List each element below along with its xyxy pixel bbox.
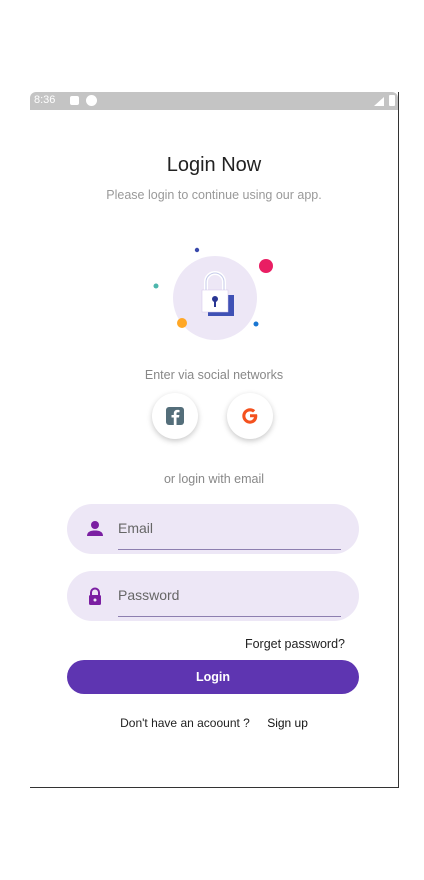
social-label: Enter via social networks	[144, 368, 284, 382]
signup-link[interactable]: Sign up	[267, 716, 308, 730]
phone-screen: 8:36 Login Now Please login to continue …	[30, 92, 399, 788]
email-field-container	[67, 504, 359, 554]
facebook-icon	[166, 407, 184, 425]
google-login-button[interactable]	[227, 393, 273, 439]
email-underline	[118, 549, 341, 550]
lock-icon	[89, 587, 101, 605]
signup-prompt: Don't have an acoount ?	[120, 716, 250, 730]
status-time: 8:36	[34, 94, 56, 106]
password-input[interactable]	[118, 583, 318, 607]
email-login-label: or login with email	[163, 472, 265, 486]
page-title: Login Now	[166, 154, 262, 176]
battery-icon	[389, 95, 395, 106]
login-button[interactable]: Login	[67, 660, 359, 694]
status-bar: 8:36	[30, 92, 398, 110]
password-field-container	[67, 571, 359, 621]
lock-illustration	[153, 247, 273, 340]
forget-password-link[interactable]: Forget password?	[245, 637, 345, 651]
app-notification-icon	[86, 95, 97, 106]
facebook-login-button[interactable]	[152, 393, 198, 439]
signal-icon	[374, 97, 384, 106]
email-input[interactable]	[118, 516, 318, 540]
signup-row: Don't have an acoount ? Sign up	[30, 716, 398, 730]
sd-card-icon	[70, 96, 79, 105]
password-underline	[118, 616, 341, 617]
person-icon	[87, 521, 103, 536]
page-subtitle: Please login to continue using our app.	[106, 188, 322, 202]
google-icon	[242, 408, 258, 424]
